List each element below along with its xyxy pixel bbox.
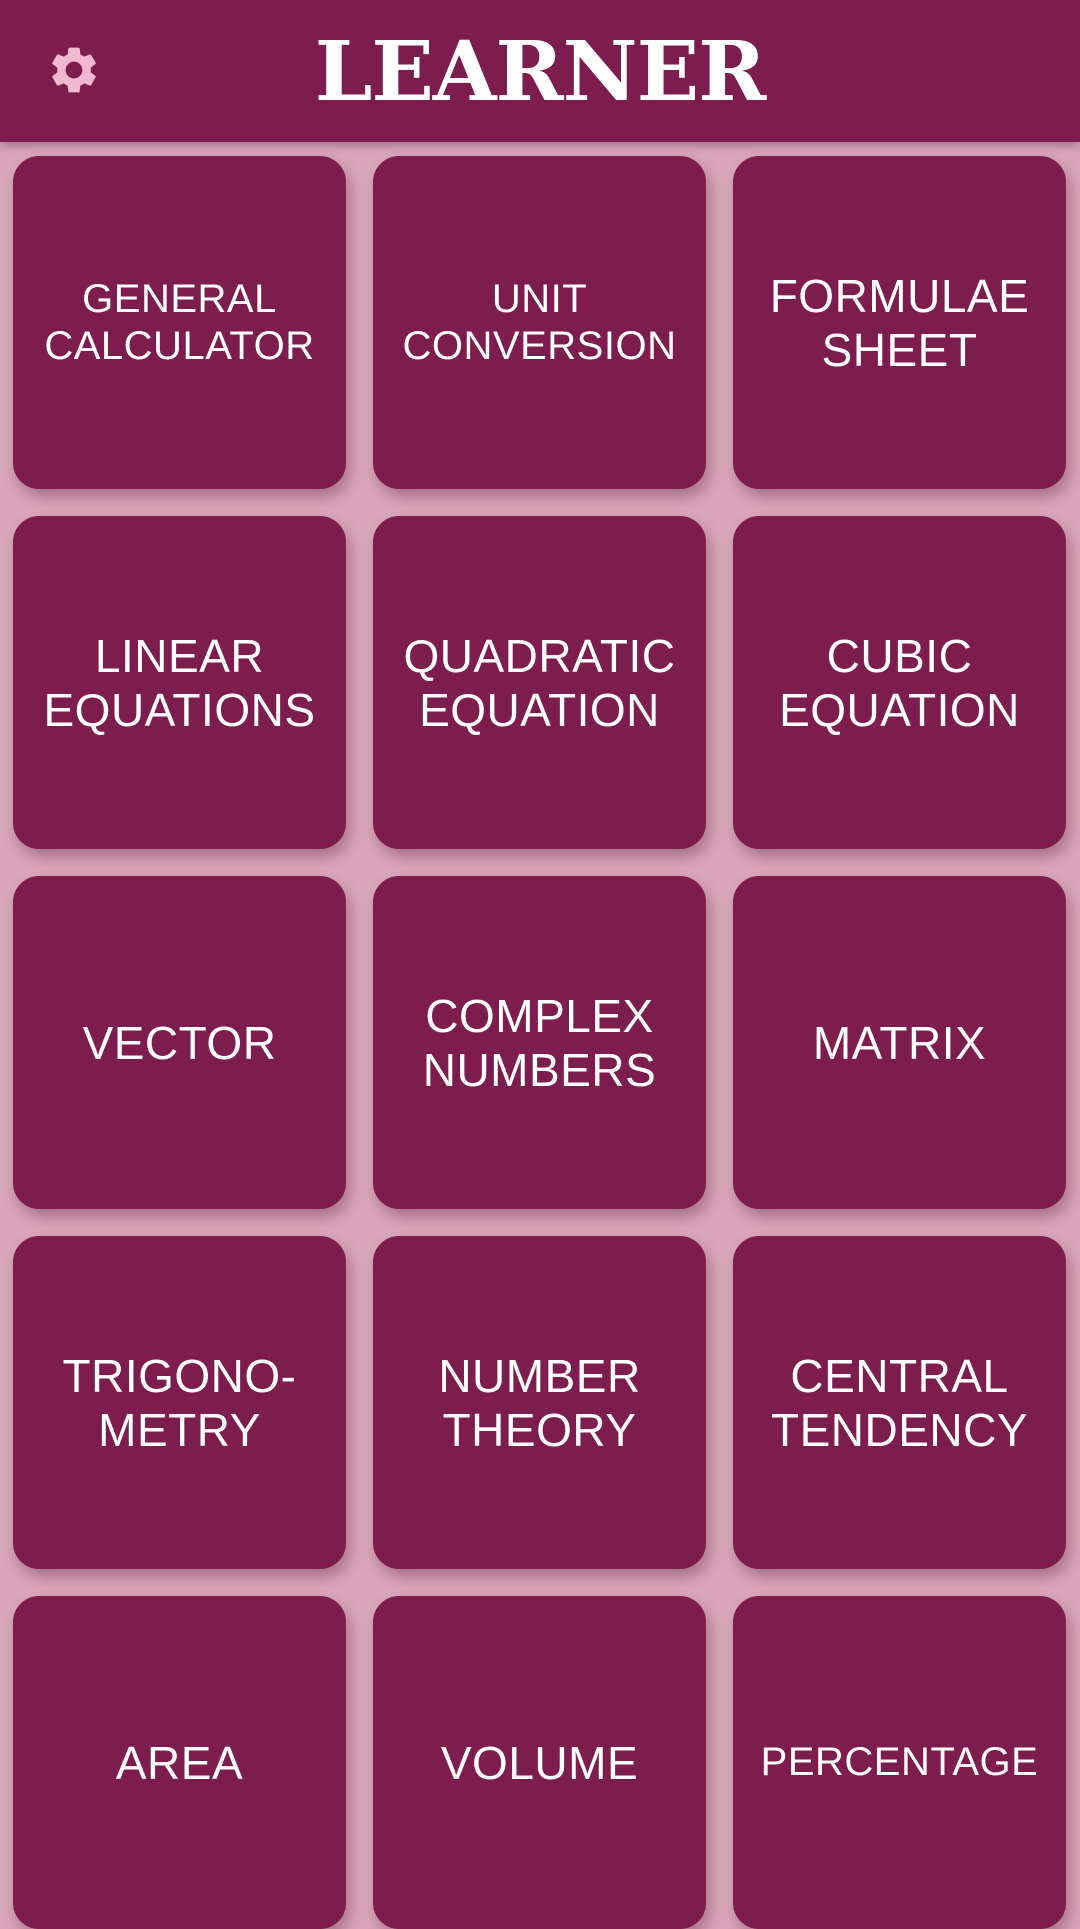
app-title: LEARNER <box>314 24 767 120</box>
tile-volume[interactable]: VOLUME <box>373 1596 706 1929</box>
tile-linear-equations[interactable]: LINEAR EQUATIONS <box>13 516 346 849</box>
tile-label: COMPLEX NUMBERS <box>422 989 657 1096</box>
tile-label: UNIT CONVERSION <box>402 276 677 368</box>
tile-complex-numbers[interactable]: COMPLEX NUMBERS <box>373 876 706 1209</box>
tile-label: VECTOR <box>82 1016 277 1069</box>
tile-label: QUADRATIC EQUATION <box>403 629 676 736</box>
tile-label: PERCENTAGE <box>760 1740 1039 1784</box>
tile-label: LINEAR EQUATIONS <box>43 629 316 736</box>
tile-label: CENTRAL TENDENCY <box>770 1349 1029 1456</box>
tile-quadratic-equation[interactable]: QUADRATIC EQUATION <box>373 516 706 849</box>
tile-general-calculator[interactable]: GENERAL CALCULATOR <box>13 156 346 489</box>
tile-label: MATRIX <box>812 1016 987 1069</box>
tile-unit-conversion[interactable]: UNIT CONVERSION <box>373 156 706 489</box>
tile-label: AREA <box>115 1736 244 1789</box>
tile-trigonometry[interactable]: TRIGONO- METRY <box>13 1236 346 1569</box>
tile-label: VOLUME <box>440 1736 639 1789</box>
tile-label: CUBIC EQUATION <box>779 629 1020 736</box>
tile-vector[interactable]: VECTOR <box>13 876 346 1209</box>
menu-grid: GENERAL CALCULATOR UNIT CONVERSION FORMU… <box>0 0 1080 1929</box>
tile-matrix[interactable]: MATRIX <box>733 876 1066 1209</box>
tile-label: FORMULAE SHEET <box>769 269 1030 376</box>
tile-number-theory[interactable]: NUMBER THEORY <box>373 1236 706 1569</box>
tile-label: NUMBER THEORY <box>438 1349 641 1456</box>
tile-area[interactable]: AREA <box>13 1596 346 1929</box>
tile-central-tendency[interactable]: CENTRAL TENDENCY <box>733 1236 1066 1569</box>
tile-percentage[interactable]: PERCENTAGE <box>733 1596 1066 1929</box>
tile-formulae-sheet[interactable]: FORMULAE SHEET <box>733 156 1066 489</box>
tile-label: GENERAL CALCULATOR <box>44 276 315 368</box>
tile-cubic-equation[interactable]: CUBIC EQUATION <box>733 516 1066 849</box>
app-header: LEARNER <box>0 0 1080 142</box>
tile-label: TRIGONO- METRY <box>62 1349 297 1456</box>
